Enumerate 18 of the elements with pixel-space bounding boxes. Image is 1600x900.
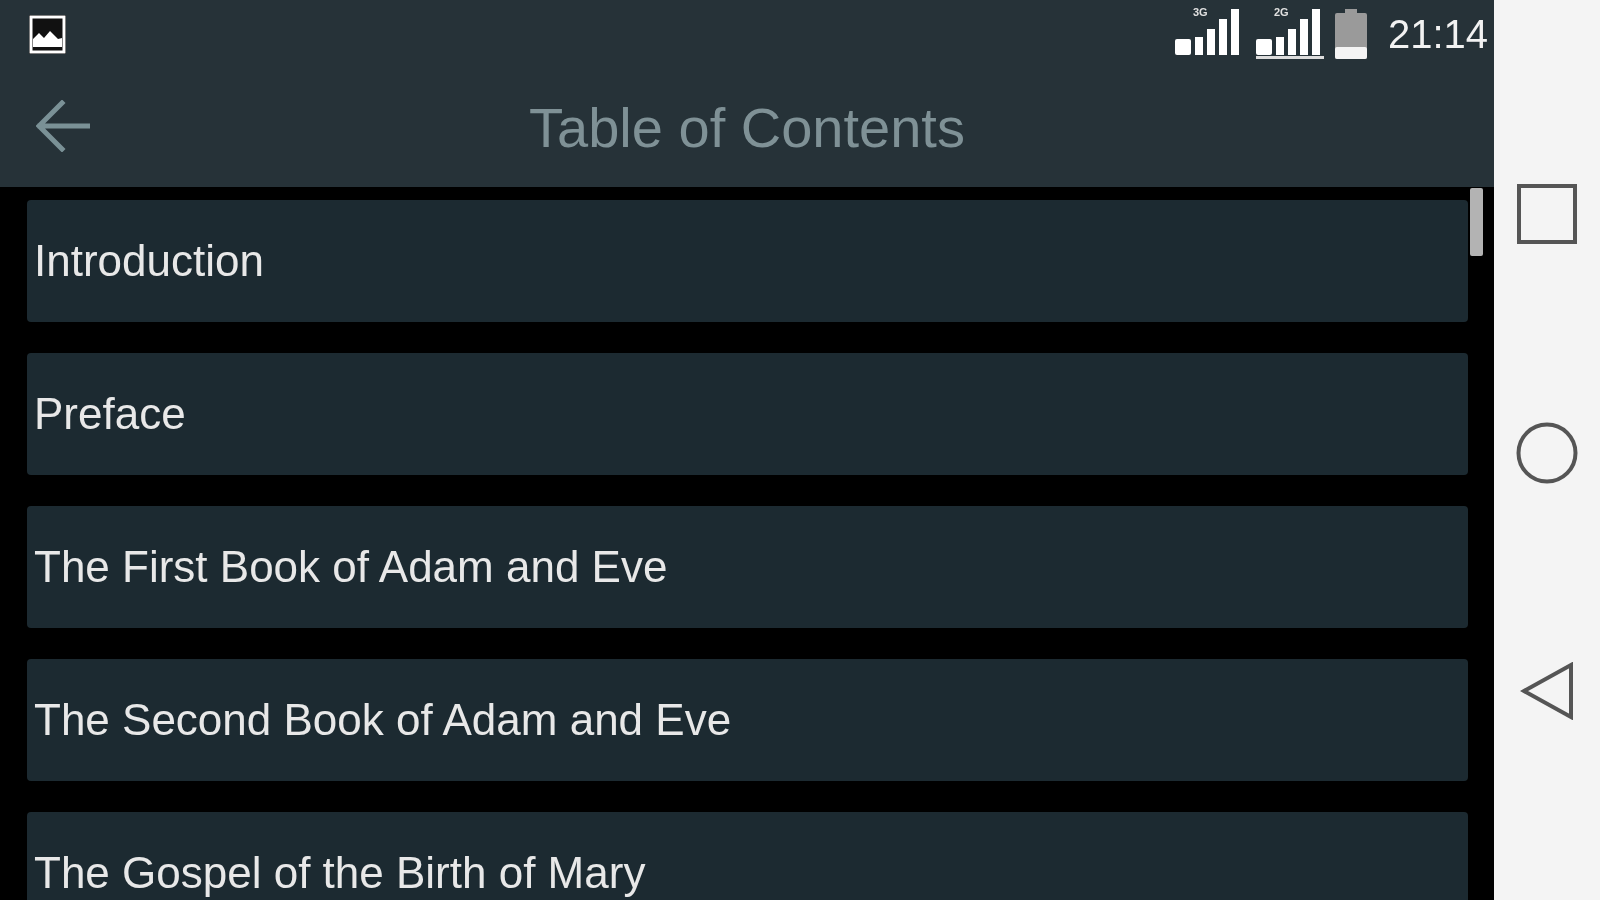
signal-icon — [1253, 9, 1326, 59]
network-type-label: 3G — [1192, 7, 1208, 18]
scrollbar-thumb[interactable] — [1470, 188, 1483, 256]
chapter-item[interactable]: The Second Book of Adam and Eve — [27, 659, 1468, 781]
image-icon — [28, 13, 67, 55]
battery-icon — [1334, 9, 1367, 59]
back-triangle-icon[interactable] — [1520, 662, 1574, 720]
page-title: Table of Contents — [529, 99, 965, 156]
chapter-item[interactable]: The Gospel of the Birth of Mary — [27, 812, 1468, 900]
recents-square-icon[interactable] — [1517, 184, 1577, 244]
clock-time: 21:14 — [1387, 14, 1488, 54]
chapter-item[interactable]: The First Book of Adam and Eve — [27, 506, 1468, 628]
network-type-label: 2G — [1273, 7, 1289, 18]
chapter-item[interactable]: Preface — [27, 353, 1468, 475]
home-circle-icon[interactable] — [1516, 422, 1578, 484]
back-button[interactable] — [35, 99, 91, 153]
chapter-item[interactable]: Introduction — [27, 200, 1468, 322]
back-arrow-icon — [36, 100, 90, 152]
